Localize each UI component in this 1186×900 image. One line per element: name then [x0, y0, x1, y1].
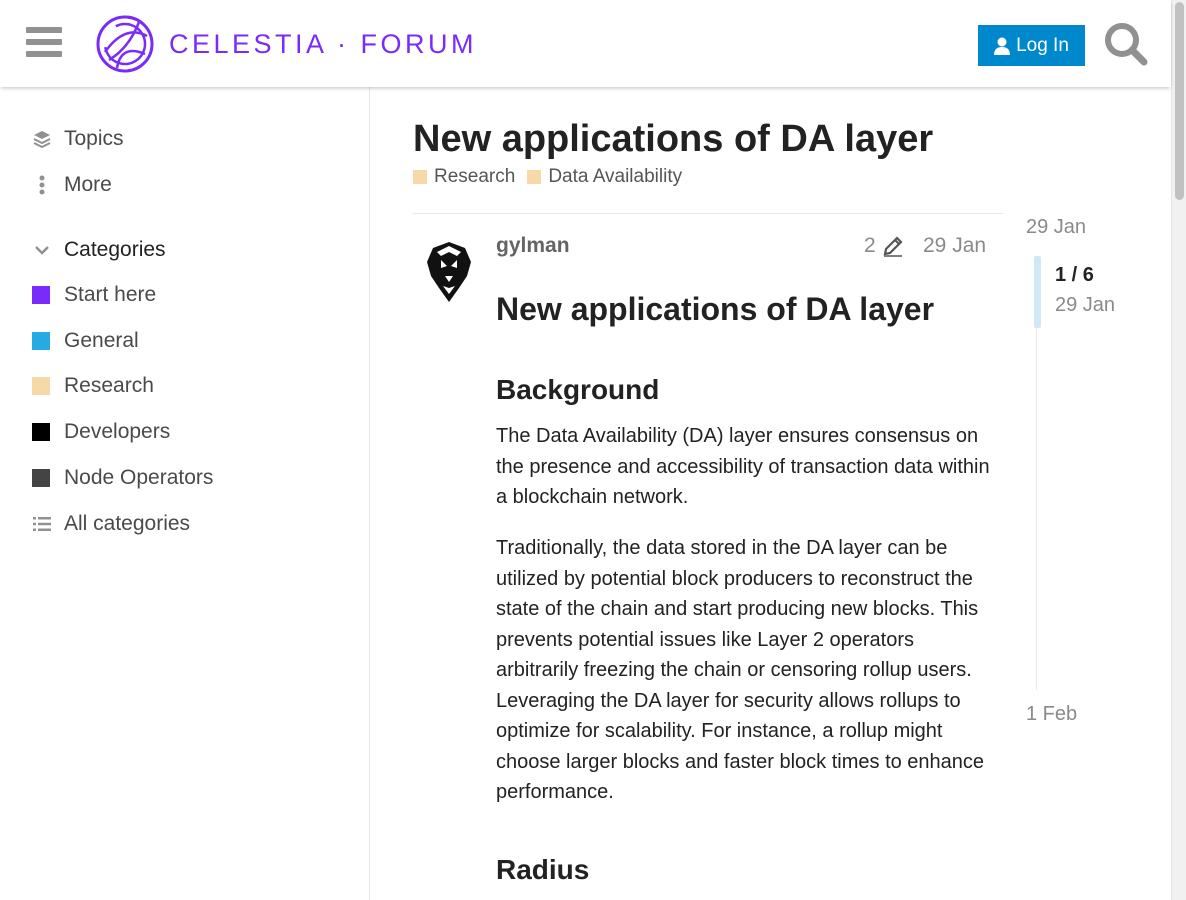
category-color-swatch: [32, 469, 50, 487]
sidebar-item-label: Node Operators: [64, 466, 214, 489]
edit-count: 2: [864, 234, 876, 257]
timeline-scroll-handle[interactable]: [1034, 256, 1041, 328]
sidebar-item-more[interactable]: More: [32, 170, 112, 200]
tag-label: Research: [434, 166, 516, 187]
post-author[interactable]: gylman: [496, 234, 570, 258]
categories-heading: Categories: [64, 238, 166, 261]
sidebar-item-label: Start here: [64, 283, 157, 306]
sidebar-item-node-operators[interactable]: Node Operators: [32, 463, 213, 493]
topic-tags: Research Data Availability: [413, 166, 682, 188]
tag-data-availability[interactable]: Data Availability: [527, 166, 682, 188]
post-divider: [413, 213, 1004, 214]
celestia-logo-icon: [96, 15, 154, 73]
hamburger-menu-icon[interactable]: [26, 27, 62, 59]
sidebar-item-label: General: [64, 329, 139, 352]
category-color-swatch: [32, 332, 50, 350]
sidebar-item-label: All categories: [64, 512, 191, 535]
sidebar-item-all-categories[interactable]: All categories: [32, 509, 190, 539]
sidebar-item-label: Developers: [64, 420, 171, 443]
sidebar-item-label: Topics: [64, 127, 124, 150]
logo-text: CELESTIA · FORUM: [169, 28, 478, 59]
sidebar-item-general[interactable]: General: [32, 326, 139, 356]
edit-history-button[interactable]: 2: [864, 234, 904, 258]
category-color-swatch: [32, 423, 50, 441]
timeline-end-date[interactable]: 1 Feb: [1026, 703, 1077, 726]
site-logo[interactable]: CELESTIA · FORUM: [95, 14, 477, 74]
sidebar: Topics More Categories Start here Genera…: [0, 87, 370, 900]
sidebar-item-label: Research: [64, 374, 154, 397]
section-heading-background: Background: [496, 374, 660, 405]
chevron-down-icon: [32, 240, 52, 260]
paragraph: The Data Availability (DA) layer ensures…: [496, 425, 990, 508]
tag-color-swatch: [527, 170, 542, 184]
login-label: Log In: [1016, 34, 1069, 56]
topic-title[interactable]: New applications of DA layer: [413, 118, 933, 161]
post-body: New applications of DA layer Background …: [496, 288, 996, 885]
page-scrollbar[interactable]: [1171, 0, 1186, 900]
post-date[interactable]: 29 Jan: [923, 234, 986, 258]
login-button[interactable]: Log In: [978, 25, 1085, 66]
categories-toggle[interactable]: Categories: [32, 235, 166, 265]
sidebar-item-research[interactable]: Research: [32, 371, 154, 401]
section-heading-radius: Radius: [496, 854, 590, 885]
tag-color-swatch: [413, 170, 427, 184]
vertical-ellipsis-icon: [32, 175, 52, 195]
tag-research[interactable]: Research: [413, 166, 515, 188]
tag-label: Data Availability: [548, 166, 683, 187]
category-color-swatch: [32, 286, 50, 304]
site-header: CELESTIA · FORUM Log In: [0, 0, 1171, 87]
sidebar-item-developers[interactable]: Developers: [32, 417, 170, 447]
user-icon: [994, 37, 1011, 55]
pencil-icon: [883, 236, 903, 257]
search-icon[interactable]: [1104, 22, 1148, 66]
timeline-position-date: 29 Jan: [1055, 294, 1116, 316]
avatar[interactable]: [423, 240, 475, 306]
post-heading: New applications of DA layer: [496, 291, 935, 327]
sidebar-item-start-here[interactable]: Start here: [32, 280, 156, 310]
timeline-position: 1 / 6: [1055, 264, 1094, 286]
paragraph: Traditionally, the data stored in the DA…: [496, 537, 985, 803]
layers-icon: [32, 129, 52, 149]
sidebar-item-topics[interactable]: Topics: [32, 124, 124, 154]
sidebar-item-label: More: [64, 173, 112, 196]
scrollbar-thumb[interactable]: [1175, 2, 1184, 200]
category-color-swatch: [32, 377, 50, 395]
list-icon: [32, 514, 52, 534]
timeline-start-date[interactable]: 29 Jan: [1026, 216, 1086, 239]
